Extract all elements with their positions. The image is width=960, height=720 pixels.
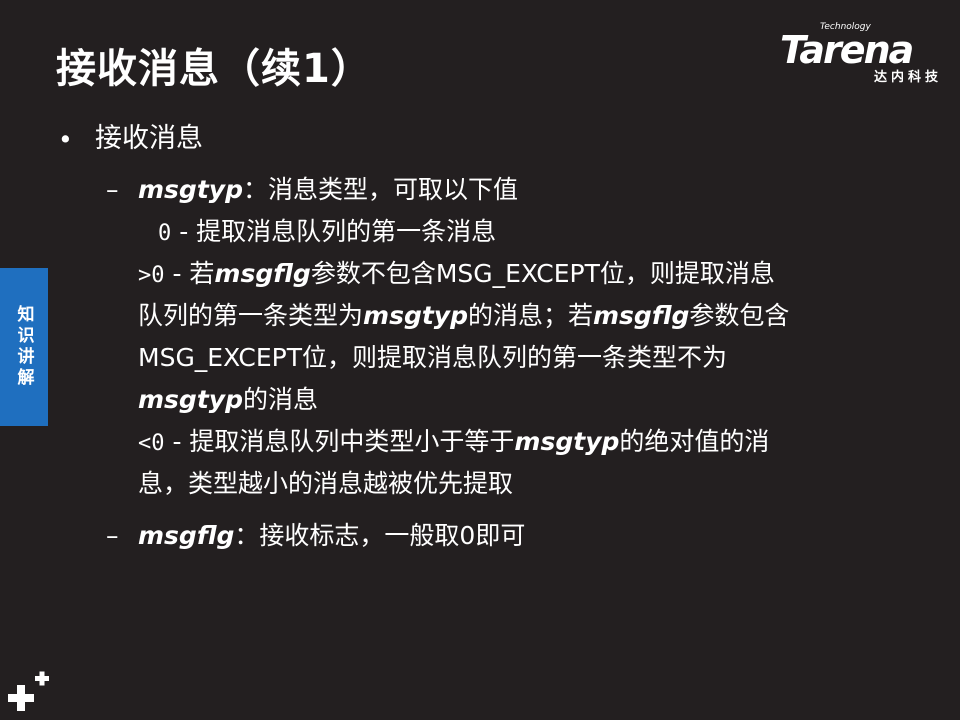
value-text: 的消息；若: [467, 301, 593, 330]
value-text: - 若: [164, 259, 215, 288]
code-value: <0: [138, 431, 165, 456]
value-text: - 提取消息队列中类型小于等于: [164, 427, 515, 456]
plus-plus-icon: [8, 671, 49, 711]
value-positive-line-2: 队列的第一条类型为msgtyp的消息；若msgflg参数包含: [138, 296, 789, 336]
knowledge-tab-label: 知识讲解: [13, 305, 34, 389]
keyword: msgflg: [593, 301, 690, 330]
logo-subtitle: 达内科技: [873, 70, 942, 85]
item-text: ：接收标志，一般取0即可: [234, 521, 526, 550]
code-value: >0: [138, 263, 165, 288]
keyword: msgtyp: [138, 385, 243, 414]
msgflg-item: msgflg：接收标志，一般取0即可: [138, 516, 525, 556]
keyword: msgtyp: [514, 427, 620, 456]
page-title: 接收消息（续1）: [56, 46, 372, 92]
value-zero-line: 0 - 提取消息队列的第一条消息: [158, 212, 496, 254]
code-value: 0: [158, 221, 172, 246]
bullet-heading: 接收消息: [95, 123, 203, 154]
value-negative-line-1: <0 - 提取消息队列中类型小于等于msgtyp的绝对值的消: [138, 422, 769, 464]
value-text: 参数包含: [689, 301, 790, 330]
item-text: ：消息类型，可取以下值: [242, 175, 518, 204]
dash-icon: –: [106, 175, 119, 204]
value-positive-line-4: msgtyp的消息: [138, 380, 318, 420]
bullet-icon: •: [58, 125, 73, 154]
value-text: 的绝对值的消: [619, 427, 770, 456]
keyword: msgflg: [214, 259, 311, 288]
value-positive-line-3: MSG_EXCEPT位，则提取消息队列的第一条类型不为: [138, 343, 728, 372]
value-negative-line-2: 息，类型越小的消息越被优先提取: [138, 469, 514, 498]
value-text: 的消息: [242, 385, 318, 414]
value-positive-line-1: >0 - 若msgflg参数不包含MSG_EXCEPT位，则提取消息: [138, 254, 775, 296]
tarena-logo: Technology Tarena 达内科技: [780, 22, 946, 85]
keyword: msgflg: [138, 521, 235, 550]
value-text: 队列的第一条类型为: [138, 301, 364, 330]
value-text: 参数不包含MSG_EXCEPT位，则提取消息: [310, 259, 775, 288]
msgtyp-item: msgtyp：消息类型，可取以下值: [138, 170, 518, 210]
value-text: - 提取消息队列的第一条消息: [171, 217, 497, 246]
knowledge-tab: 知识讲解: [0, 268, 48, 426]
keyword: msgtyp: [363, 301, 468, 330]
dash-icon: –: [106, 521, 119, 550]
keyword: msgtyp: [138, 175, 243, 204]
